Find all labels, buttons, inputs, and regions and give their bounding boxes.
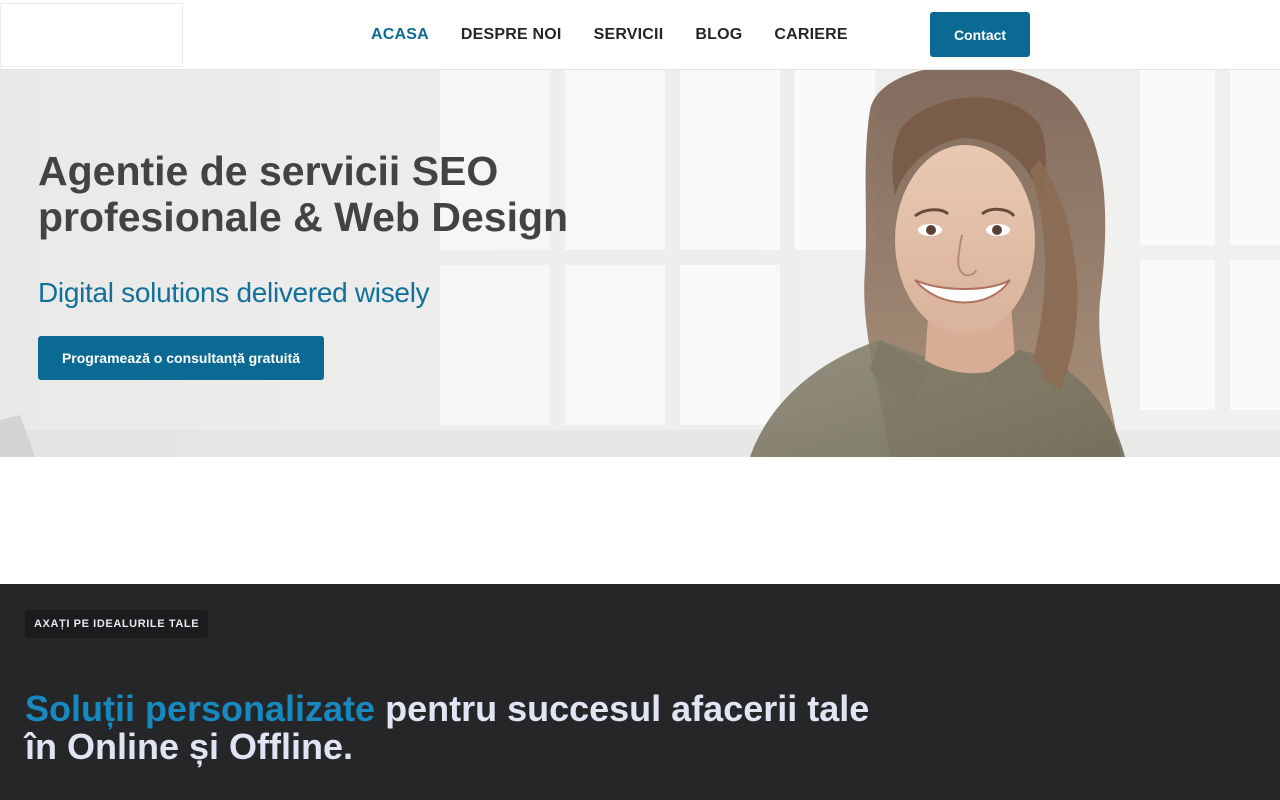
contact-button[interactable]: Contact	[930, 12, 1030, 57]
section-badge: AXAȚI PE IDEALURILE TALE	[25, 610, 209, 638]
values-heading-line2: în Online și Offline.	[25, 726, 354, 767]
nav-item-despre-noi[interactable]: DESPRE NOI	[461, 26, 562, 44]
nav-item-acasa[interactable]: ACASA	[371, 26, 429, 44]
hero-title: Agentie de servicii SEO profesionale & W…	[38, 148, 658, 240]
main-nav: ACASA DESPRE NOI SERVICII BLOG CARIERE	[371, 0, 880, 70]
hero-title-line2: profesionale & Web Design	[38, 194, 569, 240]
hero-title-line1: Agentie de servicii SEO	[38, 148, 499, 194]
logo[interactable]	[0, 3, 183, 67]
values-heading-rest: pentru succesul afacerii tale	[375, 688, 870, 729]
values-heading: Soluții personalizate pentru succesul af…	[25, 690, 925, 766]
nav-item-cariere[interactable]: CARIERE	[774, 26, 847, 44]
free-consultation-button[interactable]: Programează o consultanță gratuită	[38, 336, 324, 380]
nav-item-servicii[interactable]: SERVICII	[594, 26, 664, 44]
values-heading-accent: Soluții personalizate	[25, 688, 376, 729]
hero-section: Agentie de servicii SEO profesionale & W…	[0, 70, 1280, 457]
values-section: AXAȚI PE IDEALURILE TALE Soluții persona…	[0, 584, 1280, 800]
nav-item-blog[interactable]: BLOG	[695, 26, 742, 44]
site-header: ACASA DESPRE NOI SERVICII BLOG CARIERE C…	[0, 0, 1280, 70]
hero-subtitle: Digital solutions delivered wisely	[38, 277, 430, 308]
hero-portrait-image	[0, 70, 1125, 457]
